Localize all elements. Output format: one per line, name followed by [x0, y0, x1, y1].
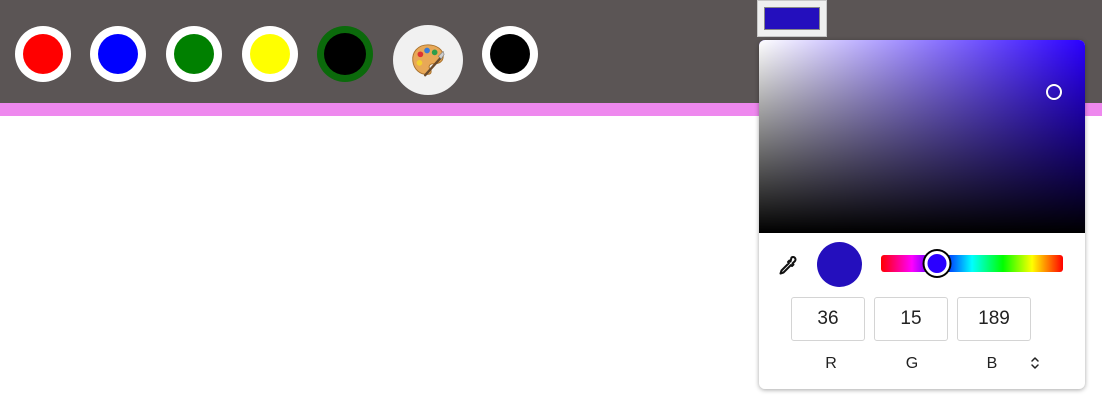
color-preview	[817, 242, 862, 287]
up-down-chevron-icon[interactable]	[1027, 354, 1043, 372]
swatch-yellow-dot	[250, 34, 290, 74]
blue-label: B	[986, 355, 998, 372]
artist-palette-icon	[412, 44, 445, 77]
swatch-red-dot	[23, 34, 63, 74]
red-label: R	[825, 355, 837, 372]
swatch-green-dot	[174, 34, 214, 74]
color-input[interactable]	[757, 0, 827, 37]
hue-slider[interactable]	[881, 251, 1063, 276]
hue-slider-handle[interactable]	[924, 251, 950, 276]
saturation-value-area[interactable]	[759, 40, 1085, 233]
custom-color-button[interactable]	[393, 25, 463, 95]
swatch-blue[interactable]	[90, 26, 146, 82]
color-input-fill	[764, 7, 820, 30]
swatch-green[interactable]	[166, 26, 222, 82]
swatch-red[interactable]	[15, 26, 71, 82]
green-value-input[interactable]: 15	[874, 297, 948, 341]
blue-value-input[interactable]: 189	[957, 297, 1031, 341]
swatch-black-selected[interactable]	[317, 26, 373, 82]
green-label: G	[905, 355, 919, 372]
swatch-blue-dot	[98, 34, 138, 74]
swatch-black-selected-dot	[324, 33, 366, 75]
sv-handle[interactable]	[1046, 84, 1062, 100]
sv-black-gradient	[759, 40, 1085, 233]
eyedropper-icon[interactable]	[775, 254, 799, 278]
red-value-input[interactable]: 36	[791, 297, 865, 341]
swatch-yellow[interactable]	[242, 26, 298, 82]
swatch-black-dot	[490, 34, 530, 74]
swatch-black[interactable]	[482, 26, 538, 82]
color-picker-popup: 36 15 189 R G B	[759, 40, 1085, 389]
